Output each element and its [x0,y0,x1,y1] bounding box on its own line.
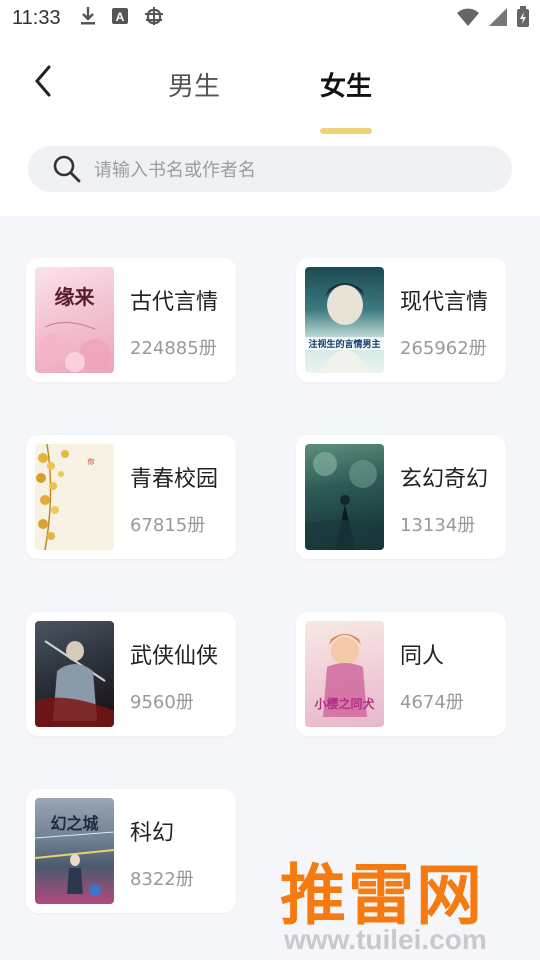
category-card-fanfic[interactable]: 小樱之同犬 同人 4674册 [296,612,506,736]
category-card-scifi[interactable]: 幻之城 科幻 8322册 [26,789,236,913]
category-name: 科幻 [130,821,175,846]
cover-scifi-text: 幻之城 [50,814,99,833]
category-name: 玄幻奇幻 [400,467,489,492]
system-icons [456,6,530,32]
category-card-modern-romance[interactable]: 注视生的言情男主 现代言情 265962册 [296,258,506,382]
status-time: 11:33 [12,6,61,29]
cover-modern-romance-icon: 注视生的言情男主 [305,267,384,373]
category-card-fantasy[interactable]: 玄幻奇幻 13134册 [296,435,506,559]
status-bar: 11:33 A [0,0,540,36]
back-button[interactable] [26,64,60,98]
search-input[interactable]: 请输入书名或作者名 [28,146,512,192]
tab-male[interactable]: 男生 [168,66,220,103]
wifi-icon [456,7,480,31]
signal-icon [488,7,508,31]
cover-modern-romance-text: 注视生的言情男主 [305,337,384,350]
cover-fanfic-text: 小樱之同犬 [314,697,375,711]
cover-scifi-icon: 幻之城 [35,798,114,904]
header: 男生 女生 请输入书名或作者名 [0,36,540,216]
cover-wuxia-icon [35,621,114,727]
download-icon [79,6,97,30]
category-card-wuxia[interactable]: 武侠仙侠 9560册 [26,612,236,736]
category-count: 4674册 [400,692,464,713]
category-count: 13134册 [400,515,476,536]
category-name: 古代言情 [130,290,219,315]
category-name: 青春校园 [130,467,219,492]
cover-ancient-romance-icon: 缘来 [35,267,114,373]
category-count: 265962册 [400,338,487,359]
svg-text:你: 你 [87,457,95,465]
category-card-ancient-romance[interactable]: 缘来 古代言情 224885册 [26,258,236,382]
bug-icon [143,5,165,31]
category-name: 同人 [400,644,445,669]
chevron-left-icon [35,65,51,97]
category-count: 8322册 [130,869,194,890]
battery-icon [516,6,530,32]
app-a-icon: A [111,7,129,29]
active-tab-indicator [320,128,372,134]
category-name: 现代言情 [400,290,489,315]
cover-fantasy-icon [305,444,384,550]
cover-ancient-romance-text: 缘来 [54,285,95,309]
notification-icons: A [79,5,165,31]
cover-youth-campus-icon: 你 [35,444,114,550]
category-count: 224885册 [130,338,217,359]
watermark-logo: 推雷网 www.tuilei.com [270,842,540,960]
category-card-youth-campus[interactable]: 你 青春校园 67815册 [26,435,236,559]
search-placeholder: 请输入书名或作者名 [94,160,256,181]
svg-text:A: A [115,10,124,24]
search-icon [53,155,81,183]
category-name: 武侠仙侠 [130,644,219,669]
watermark-url: www.tuilei.com [284,924,487,955]
category-count: 9560册 [130,692,194,713]
tab-female[interactable]: 女生 [320,66,372,103]
category-count: 67815册 [130,515,206,536]
cover-fanfic-icon: 小樱之同犬 [305,621,384,727]
